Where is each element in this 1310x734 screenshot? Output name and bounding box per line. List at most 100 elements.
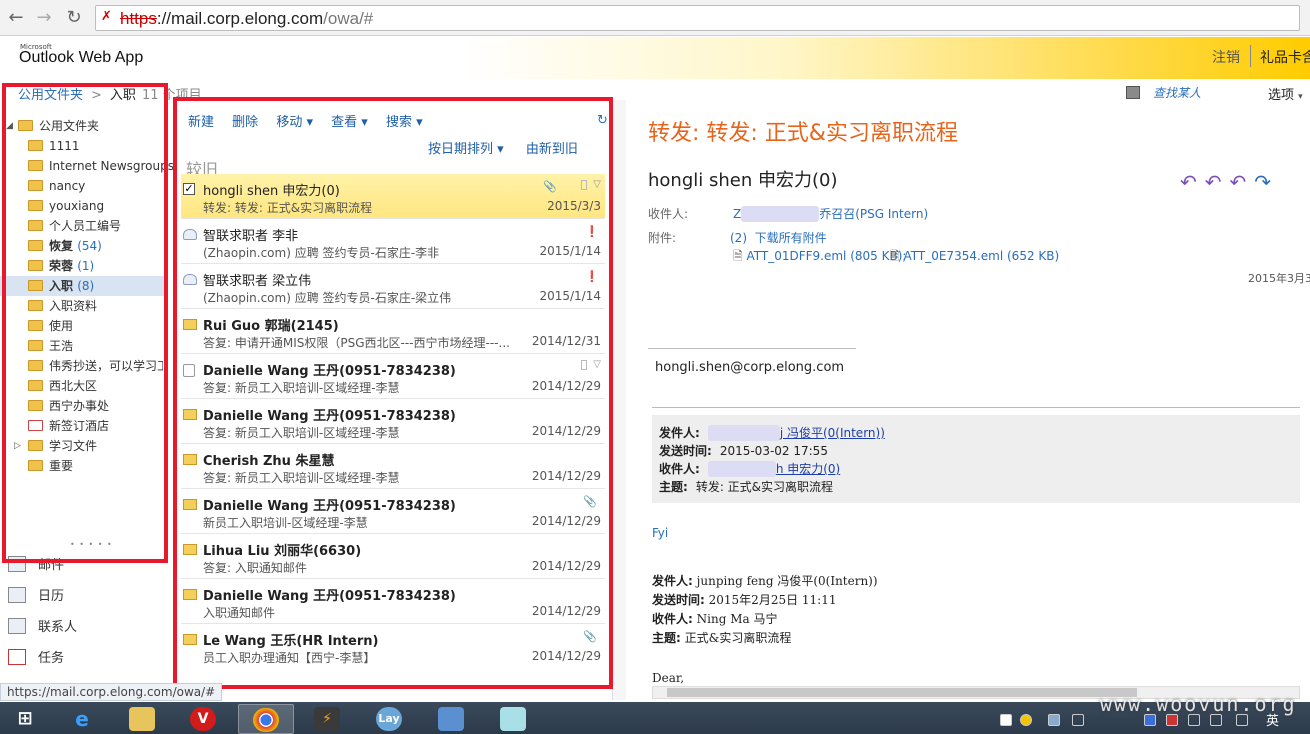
address-book-icon[interactable] [1126, 86, 1140, 99]
scrollbar-thumb[interactable] [667, 688, 1137, 697]
annotation-box-folders [2, 83, 168, 563]
orig-to-label: 收件人: [652, 612, 693, 626]
nav-contacts[interactable]: 联系人 [8, 617, 77, 639]
download-all-attachments-link[interactable]: (2) 下载所有附件 [730, 229, 827, 246]
reading-sender[interactable]: hongli shen 申宏力(0) [648, 166, 837, 192]
signout-link[interactable]: 注销 [1212, 47, 1240, 67]
tray-icon[interactable] [1072, 714, 1084, 726]
attachment-1-name: ATT_01DFF9.eml (805 KB); [746, 249, 907, 263]
v-app-icon: V [190, 707, 216, 731]
attachment-2[interactable]: 🗎 ATT_0E7354.eml (652 KB) [890, 247, 1059, 268]
body-greeting: Dear, [652, 671, 685, 685]
chrome-icon [253, 708, 279, 732]
orig-sent-label: 发送时间: [652, 593, 705, 607]
options-label: 选项 [1268, 88, 1295, 103]
url-host: ://mail.corp.elong.com [156, 9, 324, 28]
to-name: 乔召召(PSG Intern) [819, 207, 929, 221]
nav-calendar-label: 日历 [38, 589, 65, 604]
forwarded-header-box: 发件人: j 冯俊平(0(Intern)) 发送时间: 2015-03-02 17:… [652, 415, 1300, 503]
back-icon[interactable]: ← [4, 6, 28, 30]
lightning-icon: ⚡ [314, 707, 340, 731]
reply-all-icon[interactable]: ↶↶ [1205, 170, 1255, 194]
ie-icon: e [75, 707, 89, 731]
start-button[interactable]: ⊞ [4, 704, 44, 734]
windows-logo-icon: ⊞ [17, 708, 33, 729]
tray-icon[interactable] [1020, 714, 1032, 726]
to-label: 收件人: [648, 207, 689, 221]
find-someone-link[interactable]: 查找某人 [1153, 84, 1201, 101]
orig-subject-value: 正式&实习离职流程 [684, 631, 792, 645]
user-name[interactable]: 礼品卡含 [1260, 47, 1310, 67]
reading-actions: ↶↶↶↷ [1180, 170, 1279, 194]
nav-contacts-label: 联系人 [38, 620, 78, 635]
attachment-count: (2) [730, 231, 747, 245]
attachment-1[interactable]: 🗎 ATT_01DFF9.eml (805 KB); [733, 247, 906, 268]
fwd-subject: 主题: 转发: 正式&实习离职流程 [659, 478, 833, 495]
fwd-subject-label: 主题: [659, 480, 688, 494]
tray-icon[interactable] [1048, 714, 1060, 726]
fwd-sent-value: 2015-03-02 17:55 [719, 444, 828, 458]
reading-date: 2015年3月3 [1248, 272, 1310, 285]
fwd-to: 收件人: h 申宏力(0) [659, 460, 840, 477]
fwd-sent-label: 发送时间: [659, 444, 712, 458]
taskbar-lay[interactable]: Lay [362, 704, 418, 734]
folder-icon [129, 707, 155, 731]
reload-icon[interactable]: ↻ [62, 6, 86, 30]
logo-outlook-web-app: Outlook Web App [19, 49, 144, 66]
list-scrollbar[interactable] [612, 100, 626, 700]
control-panel-icon [438, 707, 464, 731]
orig-to-value: Ning Ma 马宁 [696, 612, 778, 626]
owa-header: Microsoft Outlook Web App 注销 礼品卡含 [0, 37, 1310, 79]
forward-icon[interactable]: ↷ [1254, 170, 1279, 194]
url-scheme: https [120, 9, 157, 28]
nav-tasks[interactable]: 任务 [8, 648, 64, 670]
signature-email: hongli.shen@corp.elong.com [655, 360, 845, 375]
taskbar-foxmail[interactable]: ⚡ [300, 704, 356, 734]
attachment-2-name: ATT_0E7354.eml (652 KB) [903, 249, 1060, 263]
nav-calendar[interactable]: 日历 [8, 586, 64, 608]
to-prefix: Z [733, 207, 742, 221]
calendar-icon [8, 587, 26, 603]
body-separator [648, 348, 856, 349]
reply-icon[interactable]: ↶ [1180, 170, 1205, 194]
body-fyi: Fyi [652, 526, 669, 540]
taskbar-notes[interactable] [486, 704, 542, 734]
address-bar[interactable]: ✗ https://mail.corp.elong.com/owa/# [95, 5, 1300, 31]
fwd-subject-value: 转发: 正式&实习离职流程 [695, 480, 834, 494]
header-divider [1250, 45, 1251, 67]
taskbar-explorer[interactable] [115, 704, 171, 734]
tasks-icon [8, 649, 26, 665]
reading-subject: 转发: 转发: 正式&实习离职流程 [648, 121, 958, 146]
fwd-to-label: 收件人: [659, 462, 700, 476]
taskbar-ie[interactable]: e [55, 704, 111, 734]
fwd-to-value[interactable]: h 申宏力(0) [776, 462, 840, 476]
taskbar-chrome[interactable] [238, 704, 294, 734]
to-value[interactable]: Z 乔召召(PSG Intern) [733, 205, 928, 222]
redacted-block [741, 206, 820, 222]
orig-subject: 主题: 正式&实习离职流程 [652, 629, 791, 646]
download-all-label: 下载所有附件 [754, 231, 827, 245]
contacts-icon [8, 618, 26, 634]
orig-from: 发件人: junping feng 冯俊平(0(Intern)) [652, 572, 878, 589]
notes-icon [500, 707, 526, 731]
file-icon: 🗎 [733, 249, 743, 263]
options-menu[interactable]: 选项 ▾ [1268, 84, 1303, 103]
redacted-block [707, 425, 780, 441]
fwd-sent: 发送时间: 2015-03-02 17:55 [659, 442, 828, 459]
orig-sent-value: 2015年2月25日 11:11 [708, 593, 837, 607]
taskbar-v-app[interactable]: V [176, 704, 232, 734]
annotation-box-messages [173, 97, 613, 689]
redacted-block [707, 461, 776, 477]
nav-tasks-label: 任务 [38, 651, 65, 666]
forward-icon[interactable]: → [32, 6, 56, 30]
url-text: https://mail.corp.elong.com/owa/# [120, 9, 373, 29]
taskbar-control-panel[interactable] [424, 704, 480, 734]
tray-icon[interactable] [1000, 714, 1012, 726]
orig-subject-label: 主题: [652, 631, 681, 645]
fwd-from-value[interactable]: j 冯俊平(0(Intern)) [780, 426, 885, 440]
fwd-from-label: 发件人: [659, 426, 700, 440]
orig-to: 收件人: Ning Ma 马宁 [652, 610, 777, 627]
orig-from-label: 发件人: [652, 574, 693, 588]
body-separator [652, 407, 1300, 408]
orig-from-value: junping feng 冯俊平(0(Intern)) [696, 574, 878, 588]
